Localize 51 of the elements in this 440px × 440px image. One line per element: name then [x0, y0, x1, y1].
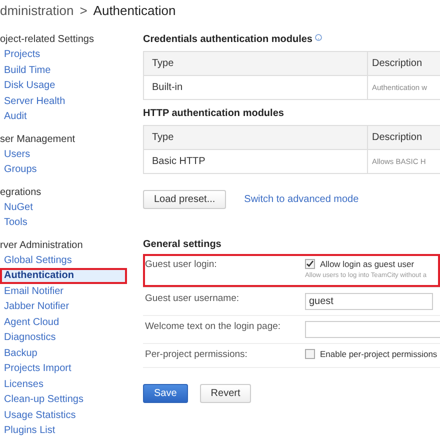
- sidebar-item[interactable]: Audit: [0, 109, 130, 124]
- sidebar-item[interactable]: NuGet: [0, 200, 130, 215]
- sidebar-item[interactable]: Groups: [0, 162, 130, 178]
- sidebar-heading: ser Management: [0, 132, 76, 146]
- sidebar-item[interactable]: Email Notifier: [0, 284, 130, 299]
- field-label: Guest user login:: [145, 259, 218, 272]
- sidebar-item[interactable]: Jabber Notifier: [0, 299, 130, 314]
- field-label: Guest user username:: [145, 293, 240, 306]
- sidebar-heading: oject-related Settings: [0, 33, 95, 47]
- sidebar-item[interactable]: Diagnostics: [0, 330, 130, 346]
- breadcrumb-separator: >: [80, 3, 88, 18]
- sidebar-item[interactable]: Authentication: [0, 268, 127, 284]
- column-header: Type: [151, 57, 175, 71]
- sidebar-item[interactable]: Agent Cloud: [0, 314, 130, 330]
- switch-mode-link[interactable]: Switch to advanced mode: [244, 194, 359, 205]
- sidebar-item[interactable]: Server Health: [0, 94, 130, 109]
- section-title: General settings: [143, 239, 222, 250]
- checkmark-icon: [306, 260, 314, 268]
- revert-button[interactable]: Revert: [200, 384, 252, 403]
- text-field[interactable]: guest: [305, 293, 433, 310]
- help-icon[interactable]: [315, 34, 322, 41]
- field-label: Welcome text on the login page:: [145, 321, 282, 334]
- text-field[interactable]: [305, 321, 440, 338]
- sidebar-item[interactable]: Clean-up Settings: [0, 392, 130, 408]
- sidebar-item[interactable]: Backup: [0, 346, 130, 361]
- sidebar-item[interactable]: Users: [0, 146, 130, 162]
- checkbox[interactable]: [305, 349, 315, 359]
- save-button[interactable]: Save: [143, 384, 188, 403]
- sidebar-item[interactable]: Build Time: [0, 62, 130, 78]
- sidebar-item[interactable]: Projects: [0, 47, 130, 62]
- table-cell-text: Built-in: [151, 81, 184, 95]
- section-title: HTTP authentication modules: [143, 108, 284, 119]
- sidebar-item[interactable]: Disk Usage: [0, 78, 130, 94]
- sidebar-heading: egrations: [0, 186, 42, 200]
- sidebar-item[interactable]: Plugins List: [0, 423, 130, 438]
- sidebar-item[interactable]: Usage Statistics: [0, 408, 130, 423]
- table-cell-text: Basic HTTP: [151, 155, 206, 169]
- field-label: Per-project permissions:: [145, 349, 248, 362]
- checkbox[interactable]: [305, 259, 315, 269]
- sidebar-item[interactable]: Projects Import: [0, 361, 130, 376]
- sidebar-heading: rver Administration: [0, 238, 84, 252]
- checkbox-label: Enable per-project permissions: [320, 349, 438, 359]
- page-title: Authentication: [93, 3, 176, 18]
- section-title: Credentials authentication modules: [143, 34, 312, 45]
- sidebar-item[interactable]: Licenses: [0, 376, 130, 392]
- checkbox-label: Allow login as guest user: [320, 259, 414, 269]
- column-header: Type: [151, 131, 175, 145]
- load-preset-button[interactable]: Load preset...: [143, 190, 226, 209]
- sidebar-item[interactable]: Tools: [0, 215, 130, 230]
- breadcrumb-link[interactable]: dministration: [0, 3, 74, 18]
- sidebar-item[interactable]: Global Settings: [0, 252, 130, 268]
